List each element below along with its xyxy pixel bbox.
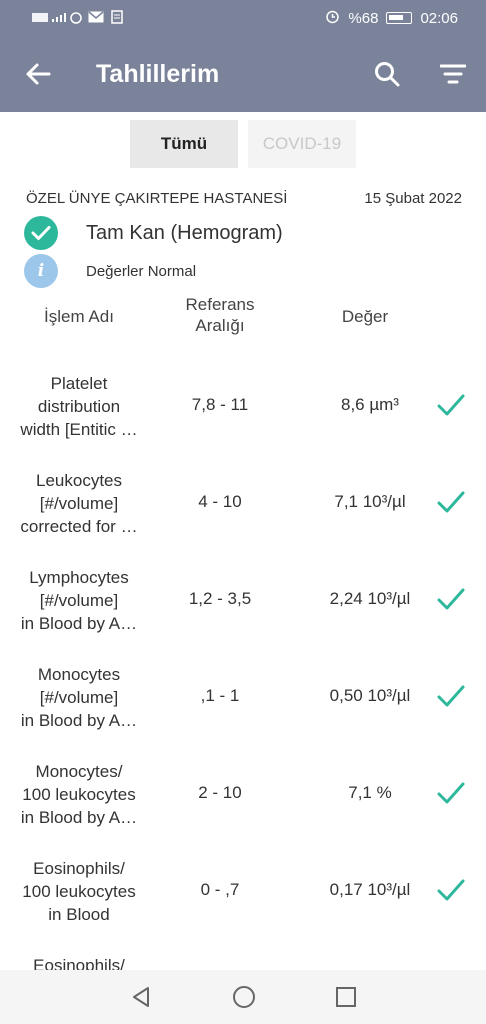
row-test-name-line: 100 leukocytes (22, 785, 136, 804)
row-reference-range: 2 - 10 (198, 783, 242, 802)
report-date: 15 Şubat 2022 (364, 190, 462, 207)
row-value: 7,1 % (348, 783, 392, 802)
row-reference-range: 0 - ,7 (200, 880, 240, 899)
column-header-reference-line2: Aralığı (195, 316, 245, 335)
result-status: Değerler Normal (86, 262, 197, 280)
nav-recents-icon[interactable] (335, 986, 357, 1008)
check-icon (437, 394, 465, 416)
row-test-name: Lymphocytes [#/volume] in Blood by A… (6, 566, 152, 635)
check-icon (437, 588, 465, 610)
row-value: 2,24 10³/µl (329, 589, 411, 608)
row-value: 0,17 10³/µl (329, 880, 411, 899)
table-row[interactable]: Platelet distribution width [Entitic … 7… (0, 362, 486, 459)
row-reference-range: ,1 - 1 (200, 686, 240, 705)
test-name: Tam Kan (Hemogram) (86, 221, 283, 244)
column-header-value: Değer (341, 307, 389, 326)
table-row[interactable]: Leukocytes [#/volume] corrected for … 4 … (0, 459, 486, 556)
back-arrow-icon (26, 63, 51, 85)
hospital-name: ÖZEL ÜNYE ÇAKIRTEPE HASTANESİ (26, 190, 288, 207)
row-test-name: Leukocytes [#/volume] corrected for … (6, 469, 152, 538)
column-header-reference-line1: Referans (185, 295, 255, 314)
search-icon (375, 62, 400, 87)
row-value: 8,6 µm³ (341, 395, 399, 414)
row-test-name-line: Monocytes/ (35, 762, 123, 781)
battery-icon (386, 12, 413, 24)
row-test-name-line: in Blood by A… (20, 808, 138, 827)
row-test-name-line: Leukocytes (36, 471, 122, 490)
notification-icon (110, 9, 124, 27)
status-bar: %68 02:06 (0, 0, 486, 36)
row-test-name-line: 100 leukocytes (22, 882, 136, 901)
signal-icon (32, 10, 82, 27)
row-test-name: Platelet distribution width [Entitic … (6, 372, 152, 441)
clock: 02:06 (420, 9, 458, 27)
app-bar: Tahlillerim (0, 36, 486, 112)
row-test-name-line: [#/volume] (39, 688, 119, 707)
table-row[interactable]: Monocytes [#/volume] in Blood by A… ,1 -… (0, 653, 486, 750)
tab-all[interactable]: Tümü (130, 120, 238, 168)
check-icon (437, 879, 465, 901)
row-test-name-line: in Blood (48, 905, 110, 924)
system-nav-bar (0, 970, 486, 1024)
row-test-name-line: width [Entitic … (20, 420, 138, 439)
status-right: %68 02:06 (325, 9, 458, 28)
row-test-name-line: Platelet (50, 374, 108, 393)
table-row[interactable]: Eosinophils/ 100 leukocytes in Blood 0 -… (0, 847, 486, 944)
row-test-name-line: [#/volume] (39, 494, 119, 513)
info-icon: i (24, 254, 58, 288)
row-test-name-line: [#/volume] (39, 591, 119, 610)
row-test-name-line: Lymphocytes (29, 568, 129, 587)
alarm-icon (325, 9, 340, 28)
filter-icon (440, 64, 466, 84)
back-button[interactable] (0, 36, 76, 112)
check-icon (437, 491, 465, 513)
results-list: Platelet distribution width [Entitic … 7… (0, 362, 486, 1024)
page-title: Tahlillerim (96, 59, 220, 88)
report-header: ÖZEL ÜNYE ÇAKIRTEPE HASTANESİ 15 Şubat 2… (26, 190, 462, 207)
table-row[interactable]: Lymphocytes [#/volume] in Blood by A… 1,… (0, 556, 486, 653)
nav-home-icon[interactable] (232, 985, 256, 1009)
column-header-reference: Referans Aralığı (160, 294, 280, 336)
table-row[interactable]: Monocytes/ 100 leukocytes in Blood by A…… (0, 750, 486, 847)
filter-tabs: Tümü COVID-19 (0, 120, 486, 168)
row-test-name-line: in Blood by A… (20, 614, 138, 633)
column-header-name: İşlem Adı (44, 307, 114, 326)
row-test-name-line: distribution (37, 397, 121, 416)
row-test-name-line: in Blood by A… (20, 711, 138, 730)
tab-covid-19[interactable]: COVID-19 (248, 120, 356, 168)
row-test-name: Eosinophils/ 100 leukocytes in Blood (6, 857, 152, 926)
row-reference-range: 7,8 - 11 (191, 395, 249, 414)
row-test-name: Monocytes [#/volume] in Blood by A… (6, 663, 152, 732)
row-reference-range: 4 - 10 (198, 492, 242, 511)
search-button[interactable] (354, 36, 420, 112)
check-icon (437, 782, 465, 804)
row-test-name: Monocytes/ 100 leukocytes in Blood by A… (6, 760, 152, 829)
test-title-row[interactable]: Tam Kan (Hemogram) (24, 216, 283, 250)
filter-button[interactable] (420, 36, 486, 112)
row-test-name-line: Monocytes (37, 665, 121, 684)
status-row: i Değerler Normal (24, 254, 196, 288)
check-circle-icon (24, 216, 58, 250)
row-test-name-line: corrected for … (20, 517, 138, 536)
row-reference-range: 1,2 - 3,5 (188, 589, 252, 608)
row-test-name-line: Eosinophils/ (33, 859, 125, 878)
row-value: 7,1 10³/µl (334, 492, 406, 511)
nav-back-icon[interactable] (129, 985, 153, 1009)
status-left (32, 9, 124, 27)
mail-icon (88, 10, 104, 26)
table-header: İşlem Adı Referans Aralığı Değer (0, 294, 486, 344)
check-icon (437, 685, 465, 707)
battery-percent: %68 (348, 9, 379, 27)
row-value: 0,50 10³/µl (329, 686, 411, 705)
